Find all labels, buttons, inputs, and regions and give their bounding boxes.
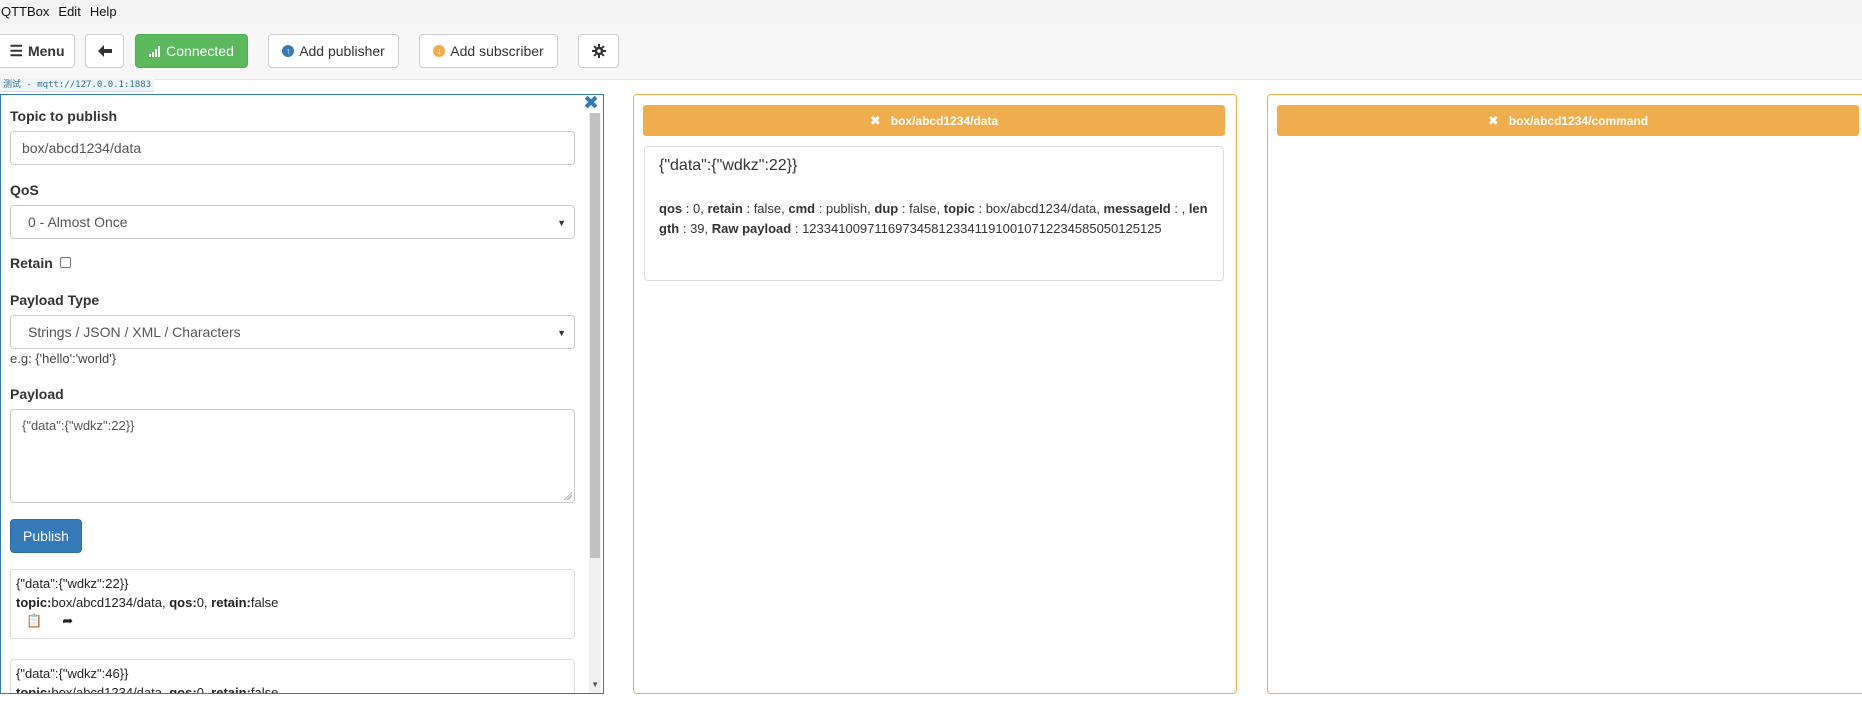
- add-publisher-button[interactable]: ↑ Add publisher: [268, 34, 399, 68]
- connected-button[interactable]: Connected: [135, 34, 248, 68]
- chevron-down-icon: ▼: [557, 218, 566, 228]
- history-topic-key: topic:: [16, 685, 52, 694]
- meta-key: topic: [943, 201, 975, 216]
- history-topic: box/abcd1234/data: [51, 685, 162, 694]
- retain-checkbox[interactable]: [60, 257, 71, 268]
- add-subscriber-label: Add subscriber: [450, 43, 544, 59]
- meta-key: qos: [659, 201, 683, 216]
- history-actions: 📋 ➦: [16, 613, 569, 629]
- qos-label: QoS: [10, 182, 39, 198]
- history-topic-key: topic:: [16, 595, 52, 610]
- payload-textarea[interactable]: {"data":{"wdkz":22}}: [10, 409, 575, 503]
- payload-textarea-value: {"data":{"wdkz":22}}: [22, 418, 135, 433]
- qos-select[interactable]: 0 - Almost Once ▼: [10, 205, 575, 239]
- history-qos: 0: [196, 595, 204, 610]
- close-icon[interactable]: ✖: [870, 113, 881, 129]
- publisher-panel: ✖ ▼ Topic to publish box/abcd1234/data Q…: [0, 94, 604, 694]
- share-arrow-icon[interactable]: ➦: [62, 613, 73, 629]
- meta-value: 39: [690, 221, 705, 236]
- payload-type-select[interactable]: Strings / JSON / XML / Characters ▼: [10, 315, 575, 349]
- history-meta: topic:box/abcd1234/data, qos:0, retain:f…: [16, 685, 569, 694]
- message-card: {"data":{"wdkz":22}} qos : 0, retain : f…: [644, 146, 1224, 281]
- menu-button[interactable]: ☰ Menu: [0, 34, 75, 68]
- scrollbar-thumb[interactable]: [590, 113, 600, 558]
- settings-button[interactable]: [578, 34, 619, 68]
- history-meta: topic:box/abcd1234/data, qos:0, retain:f…: [16, 595, 279, 610]
- topic-label: Topic to publish: [10, 108, 118, 124]
- meta-value: 0: [692, 201, 701, 216]
- history-payload: {"data":{"wdkz":46}}: [16, 666, 129, 681]
- arrow-left-icon: [97, 45, 112, 57]
- copy-icon[interactable]: 📋: [26, 613, 42, 629]
- menu-help[interactable]: Help: [89, 0, 123, 24]
- history-topic: box/abcd1234/data: [51, 595, 162, 610]
- history-retain-key: retain:: [211, 685, 251, 694]
- history-qos: 0: [196, 685, 204, 694]
- arrow-down-circle-icon: ↓: [433, 45, 446, 57]
- message-meta: qos : 0, retain : false, cmd : publish, …: [659, 201, 1208, 236]
- subscriber-panel: ✖ box/abcd1234/command: [1267, 94, 1862, 694]
- menu-edit[interactable]: Edit: [57, 0, 86, 24]
- subscriber-panel: ✖ box/abcd1234/data {"data":{"wdkz":22}}…: [633, 94, 1237, 694]
- menu-qttbox[interactable]: QTTBox: [0, 0, 55, 24]
- resize-grip-icon[interactable]: [564, 492, 572, 500]
- publish-button[interactable]: Publish: [10, 519, 82, 553]
- history-payload: {"data":{"wdkz":22}}: [16, 576, 129, 591]
- meta-value: false: [753, 201, 782, 216]
- menu-button-label: Menu: [27, 43, 65, 59]
- payload-label: Payload: [10, 386, 64, 402]
- message-payload: {"data":{"wdkz":22}}: [659, 157, 798, 174]
- history-retain: false: [250, 685, 279, 694]
- meta-value: box/abcd1234/data: [985, 201, 1097, 216]
- connection-label: 测试 - mqtt://127.0.0.1:1883: [0, 79, 155, 92]
- qos-select-value: 0 - Almost Once: [28, 214, 128, 230]
- subscriber-header[interactable]: ✖ box/abcd1234/command: [1277, 105, 1859, 136]
- history-item: {"data":{"wdkz":22}} topic:box/abcd1234/…: [10, 569, 575, 639]
- history-qos-key: qos:: [169, 685, 197, 694]
- subscriber-topic: box/abcd1234/data: [890, 113, 999, 128]
- meta-key: Raw payload: [711, 221, 792, 236]
- payload-type-label: Payload Type: [10, 292, 100, 308]
- payload-type-value: Strings / JSON / XML / Characters: [28, 324, 241, 340]
- payload-hint: e.g: {'hello':'world'}: [10, 351, 117, 366]
- hamburger-icon: ☰: [9, 43, 23, 60]
- add-subscriber-button[interactable]: ↓ Add subscriber: [419, 34, 558, 68]
- close-icon[interactable]: ✖: [1488, 113, 1499, 129]
- gear-icon: [591, 44, 606, 58]
- topic-input[interactable]: box/abcd1234/data: [10, 131, 575, 165]
- arrow-up-circle-icon: ↑: [282, 45, 295, 57]
- close-icon[interactable]: ✖: [583, 95, 599, 113]
- meta-key: retain: [707, 201, 743, 216]
- subscriber-topic: box/abcd1234/command: [1508, 113, 1649, 128]
- menu-bar: QTTBox Edit Help: [0, 0, 1862, 24]
- subscriber-header[interactable]: ✖ box/abcd1234/data: [643, 105, 1225, 136]
- back-button[interactable]: [85, 34, 124, 68]
- toolbar: ☰ Menu Connected ↑ Add publisher ↓ Add s…: [0, 24, 1862, 80]
- add-publisher-label: Add publisher: [299, 43, 385, 59]
- chevron-down-icon: ▼: [557, 328, 566, 338]
- history-qos-key: qos:: [169, 595, 197, 610]
- history-item: {"data":{"wdkz":46}} topic:box/abcd1234/…: [10, 659, 575, 694]
- signal-icon: [149, 45, 161, 57]
- retain-label: Retain: [10, 255, 53, 271]
- history-retain: false: [250, 595, 279, 610]
- meta-value: false: [909, 201, 937, 216]
- meta-key: cmd: [788, 201, 816, 216]
- history-retain-key: retain:: [211, 595, 251, 610]
- meta-key: dup: [874, 201, 899, 216]
- connected-label: Connected: [166, 43, 234, 59]
- meta-key: messageId: [1103, 201, 1171, 216]
- meta-value: publish: [825, 201, 868, 216]
- scroll-down-arrow-icon[interactable]: ▼: [591, 680, 599, 689]
- meta-value: 1233410097116973458123341191001071223458…: [802, 221, 1162, 236]
